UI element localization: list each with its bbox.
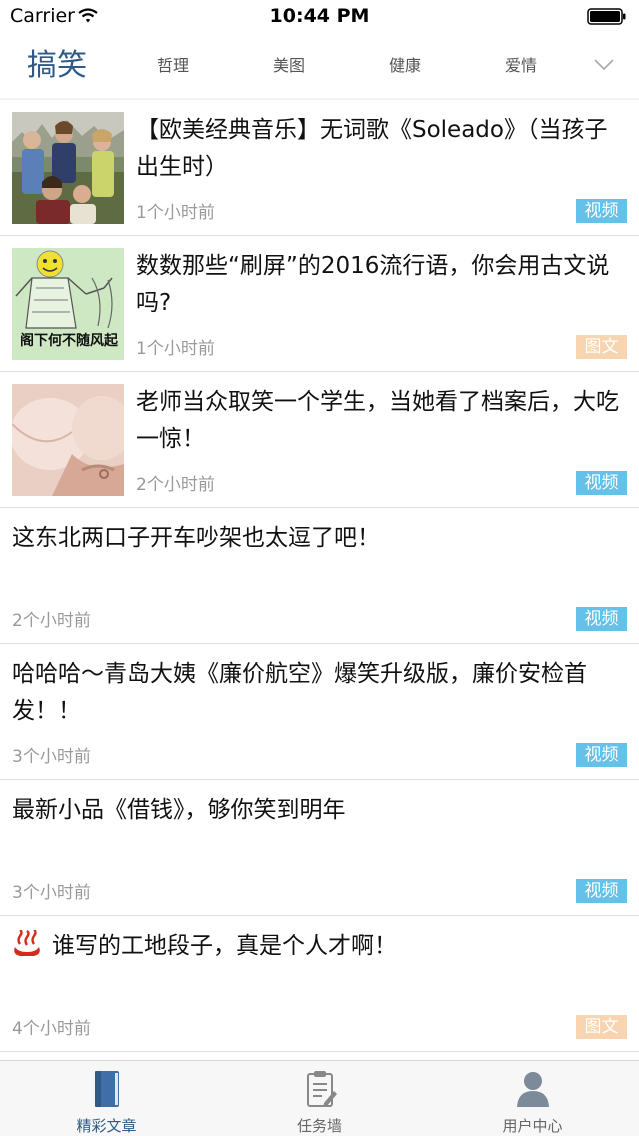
- article-title: 数数那些“刷屏”的2016流行语，你会用古文说吗?: [136, 253, 610, 316]
- article-item[interactable]: 谁写的工地段子，真是个人才啊！ 4个小时前 图文: [0, 916, 639, 1052]
- article-time: 1个小时前: [136, 203, 215, 223]
- article-thumbnail: [12, 384, 124, 496]
- article-item[interactable]: 阁下何不随风起 数数那些“刷屏”的2016流行语，你会用古文说吗? 1个小时前 …: [0, 236, 639, 372]
- article-title: 哈哈哈～青岛大姨《廉价航空》爆笑升级版，廉价安检首发！！: [12, 661, 587, 724]
- article-title: 这东北两口子开车吵架也太逗了吧！: [12, 525, 380, 551]
- battery-icon: [587, 8, 626, 25]
- tab-love[interactable]: 爱情: [476, 34, 566, 98]
- chevron-down-icon[interactable]: [593, 58, 615, 72]
- tab-bar-user-center[interactable]: 用户中心: [426, 1061, 639, 1136]
- bottom-tab-bar: 精彩文章 任务墙 用户中心: [0, 1060, 639, 1136]
- video-tag: 视频: [576, 743, 627, 767]
- article-item[interactable]: 【欧美经典音乐】无词歌《Soleado》（当孩子出生时） 1个小时前 视频: [0, 100, 639, 236]
- user-icon: [517, 1072, 549, 1107]
- article-time: 4个小时前: [12, 1019, 91, 1039]
- status-time: 10:44 PM: [269, 5, 370, 27]
- category-tabs: 搞笑 哲理 美图 健康 爱情: [0, 34, 639, 98]
- hot-springs-icon: [14, 930, 40, 956]
- tab-bar-articles[interactable]: 精彩文章: [0, 1061, 213, 1136]
- tab-health[interactable]: 健康: [360, 34, 450, 98]
- article-title: 最新小品《借钱》，够你笑到明年: [12, 797, 346, 823]
- article-thumbnail: [12, 112, 124, 224]
- article-item[interactable]: 最新小品《借钱》，够你笑到明年 3个小时前 视频: [0, 780, 639, 916]
- tab-bar-task-wall[interactable]: 任务墙: [213, 1061, 426, 1136]
- photo-text-tag: 图文: [576, 335, 627, 359]
- article-item[interactable]: [0, 1052, 639, 1060]
- article-time: 2个小时前: [12, 611, 91, 631]
- article-item[interactable]: 老师当众取笑一个学生，当她看了档案后，大吃一惊！ 2个小时前 视频: [0, 372, 639, 508]
- video-tag: 视频: [576, 879, 627, 903]
- article-title-row: 谁写的工地段子，真是个人才啊！: [12, 928, 625, 965]
- article-title: 老师当众取笑一个学生，当她看了档案后，大吃一惊！: [136, 389, 619, 452]
- tab-bar-label: 精彩文章: [76, 1117, 137, 1135]
- article-time: 3个小时前: [12, 747, 91, 767]
- article-feed: 【欧美经典音乐】无词歌《Soleado》（当孩子出生时） 1个小时前 视频 阁下…: [0, 100, 639, 1060]
- article-item[interactable]: 这东北两口子开车吵架也太逗了吧！ 2个小时前 视频: [0, 508, 639, 644]
- tab-beauty-pics[interactable]: 美图: [244, 34, 334, 98]
- article-title: 谁写的工地段子，真是个人才啊！: [52, 933, 397, 959]
- meme-caption: 阁下何不随风起: [20, 333, 118, 349]
- article-item[interactable]: 哈哈哈～青岛大姨《廉价航空》爆笑升级版，廉价安检首发！！ 3个小时前 视频: [0, 644, 639, 780]
- article-time: 3个小时前: [12, 883, 91, 903]
- video-tag: 视频: [576, 199, 627, 223]
- article-title: 【欧美经典音乐】无词歌《Soleado》（当孩子出生时）: [136, 117, 608, 180]
- tab-bar-label: 任务墙: [296, 1117, 342, 1135]
- video-tag: 视频: [576, 607, 627, 631]
- article-time: 1个小时前: [136, 339, 215, 359]
- tab-funny[interactable]: 搞笑: [12, 34, 102, 98]
- photo-text-tag: 图文: [576, 1015, 627, 1039]
- tab-philosophy[interactable]: 哲理: [128, 34, 218, 98]
- article-thumbnail: 阁下何不随风起: [12, 248, 124, 360]
- video-tag: 视频: [576, 471, 627, 495]
- book-icon: [95, 1071, 119, 1107]
- tab-bar-label: 用户中心: [502, 1117, 563, 1135]
- clipboard-icon: [307, 1071, 337, 1107]
- article-time: 2个小时前: [136, 475, 215, 495]
- status-bar: Carrier 10:44 PM: [0, 0, 639, 34]
